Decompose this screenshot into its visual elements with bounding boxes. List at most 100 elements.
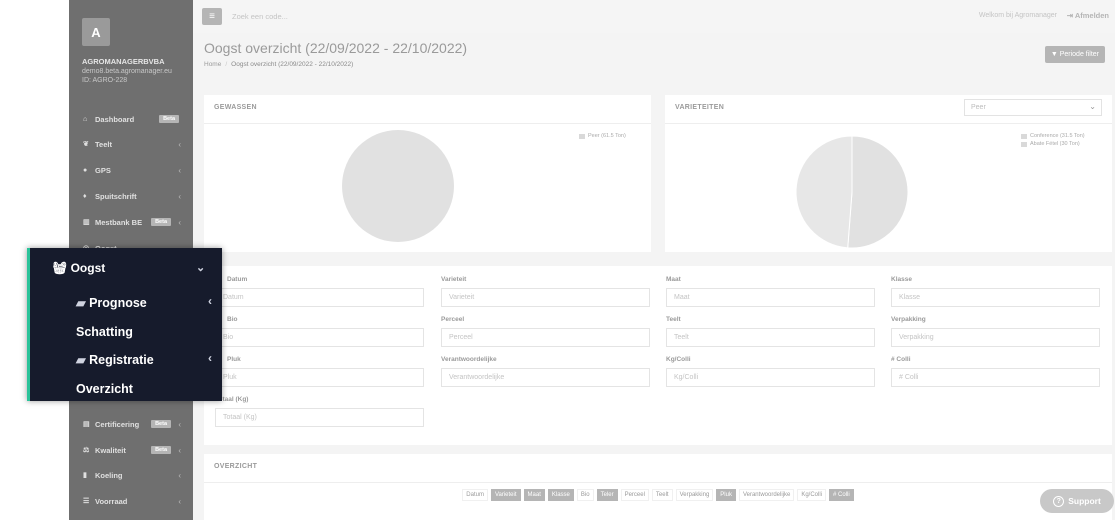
column-toggle[interactable]: Kg/Colli: [797, 489, 827, 501]
column-toggle[interactable]: Maat: [523, 489, 545, 501]
column-toggle[interactable]: Bio: [576, 489, 594, 501]
filter-label-pluk: Pluk: [227, 356, 241, 363]
support-label: Support: [1068, 496, 1101, 506]
folder-open-icon: ▰: [76, 296, 90, 310]
filter-label-verantwoordelijke: Verantwoordelijke: [441, 356, 497, 363]
question-icon: ?: [1053, 495, 1065, 507]
column-toggle[interactable]: Pluk: [716, 489, 736, 501]
filters-card: Datum Datum Varieteit Varieteit Maat Maa…: [204, 266, 1112, 445]
submenu-label: Registratie: [89, 353, 154, 367]
basket-icon: 🧺︎: [52, 261, 71, 275]
column-toggle[interactable]: Verpakking: [675, 489, 714, 501]
oogst-submenu-flyout: 🧺︎ Oogst ⌄ ▰ Prognose ‹ Schatting ▰ Regi…: [27, 248, 222, 401]
pie-slice-peer[interactable]: [342, 130, 454, 242]
pie-slice-conference[interactable]: [847, 135, 909, 249]
sidebar-item-label: Mestbank BE: [95, 217, 143, 227]
chevron-left-icon: ‹: [178, 165, 181, 175]
varieteiten-pie-chart: [795, 135, 909, 249]
filter-verantwoordelijke-input[interactable]: Verantwoordelijke: [441, 368, 650, 387]
sidebar-item-spuitschrift[interactable]: ♦ Spuitschrift ‹: [69, 184, 193, 208]
chevron-left-icon: ‹: [208, 294, 212, 308]
pie-slice-abate-f-tel[interactable]: [795, 135, 853, 249]
submenu-label: Oogst: [70, 261, 106, 275]
sidebar-item-label: Certificering: [95, 419, 140, 429]
legend-item[interactable]: Conference (31.5 Ton): [1021, 133, 1085, 139]
column-toggle[interactable]: Teler: [596, 489, 618, 501]
submenu-registratie[interactable]: ▰ Registratie: [76, 352, 154, 367]
filter-perceel-input[interactable]: Perceel: [441, 328, 650, 347]
sidebar-item-koeling[interactable]: ▮ Koeling ‹: [69, 463, 193, 487]
sidebar-item-dashboard[interactable]: ⌂ Dashboard Beta: [69, 107, 193, 131]
sidebar-item-teelt[interactable]: ❦ Teelt ‹: [69, 132, 193, 156]
submenu-oogst[interactable]: 🧺︎ Oogst: [52, 261, 105, 275]
sidebar-item-mestbank[interactable]: ▥ Mestbank BE Beta ‹: [69, 210, 193, 234]
sidebar-item-voorraad[interactable]: ☰ Voorraad ‹: [69, 489, 193, 513]
breadcrumb-current: Oogst overzicht (22/09/2022 - 22/10/2022…: [231, 61, 354, 68]
column-toggles: Datum Varieteit Maat Klasse Bio Teler Perceel T…: [204, 489, 1112, 501]
legend-label: Peer (61.5 Ton): [588, 133, 626, 139]
sidebar-item-label: Koeling: [95, 470, 123, 480]
filter-klasse-input[interactable]: Klasse: [891, 288, 1100, 307]
submenu-overzicht[interactable]: Overzicht: [76, 382, 133, 396]
company-name: AGROMANAGERBVBA: [82, 57, 165, 66]
filter-datum-input[interactable]: Datum: [215, 288, 424, 307]
filter-icon: ▼: [1050, 51, 1060, 58]
filter-totaal-input[interactable]: Totaal (Kg): [215, 408, 424, 427]
filter-maat-input[interactable]: Maat: [666, 288, 875, 307]
leaf-icon: ❦: [83, 141, 89, 148]
select-value: Peer: [971, 104, 986, 111]
gewassen-card: GEWASSEN Peer (61.5 Ton): [204, 95, 651, 252]
submenu-prognose[interactable]: ▰ Prognose: [76, 295, 147, 310]
support-button[interactable]: ? Support: [1040, 489, 1114, 513]
legend-label: Conference (31.5 Ton): [1030, 133, 1085, 139]
company-email: demo8.beta.agromanager.eu: [82, 68, 172, 75]
variety-crop-select[interactable]: Peer ⌄: [964, 99, 1102, 116]
column-toggle[interactable]: # Colli: [829, 489, 854, 501]
submenu-schatting[interactable]: Schatting: [76, 325, 133, 339]
filter-varieteit-input[interactable]: Varieteit: [441, 288, 650, 307]
filter-verpakking-input[interactable]: Verpakking: [891, 328, 1100, 347]
legend-swatch: [579, 133, 585, 139]
chevron-left-icon: ‹: [178, 191, 181, 201]
submenu-label: Prognose: [89, 296, 147, 310]
logout-link[interactable]: ⇥ Afmelden: [1067, 11, 1109, 20]
beta-badge: Beta: [151, 218, 171, 226]
filter-pluk-input[interactable]: Pluk: [215, 368, 424, 387]
sidebar-item-label: GPS: [95, 165, 111, 175]
bank-icon: ▥: [83, 219, 90, 226]
column-toggle[interactable]: Varieteit: [490, 489, 521, 501]
breadcrumb: Home / Oogst overzicht (22/09/2022 - 22/10…: [204, 61, 354, 68]
period-filter-button[interactable]: ▼ Periode filter: [1044, 46, 1105, 63]
column-toggle[interactable]: Teelt: [651, 489, 673, 501]
filter-label-kg-colli: Kg/Colli: [666, 356, 691, 363]
gewassen-legend: Peer (61.5 Ton): [579, 133, 626, 141]
column-toggle[interactable]: Perceel: [620, 489, 649, 501]
filter-kg-colli-input[interactable]: Kg/Colli: [666, 368, 875, 387]
legend-swatch: [1021, 141, 1027, 147]
welcome-text: Welkom bij Agromanager: [978, 12, 1057, 19]
sidebar-item-kwaliteit[interactable]: ⚖ Kwaliteit Beta ‹: [69, 438, 193, 462]
breadcrumb-home[interactable]: Home: [204, 61, 221, 68]
sidebar-item-certificering[interactable]: ▤ Certificering Beta ‹: [69, 412, 193, 436]
filter-colli-input[interactable]: # Colli: [891, 368, 1100, 387]
column-toggle[interactable]: Datum: [462, 489, 488, 501]
beta-badge: Beta: [159, 115, 179, 123]
chevron-down-icon: ⌄: [1089, 102, 1096, 111]
filter-label-varieteit: Varieteit: [441, 276, 467, 283]
list-icon: ☰: [83, 498, 90, 505]
menu-toggle-button[interactable]: ≡: [202, 8, 222, 25]
chevron-left-icon: ‹: [208, 351, 212, 365]
filter-bio-input[interactable]: Bio: [215, 328, 424, 347]
column-toggle[interactable]: Klasse: [547, 489, 574, 501]
filter-teelt-input[interactable]: Teelt: [666, 328, 875, 347]
map-marker-icon: ●: [83, 166, 88, 174]
search-input[interactable]: Zoek een code...: [232, 12, 288, 21]
column-toggle[interactable]: Verantwoordelijke: [738, 489, 795, 501]
legend-item[interactable]: Abate Fétel (30 Ton): [1021, 141, 1085, 147]
avatar[interactable]: A: [82, 18, 110, 46]
legend-item[interactable]: Peer (61.5 Ton): [579, 133, 626, 139]
sidebar-item-gps[interactable]: ● GPS ‹: [69, 158, 193, 182]
gewassen-title: GEWASSEN: [214, 104, 257, 111]
chevron-left-icon: ‹: [178, 496, 181, 506]
chevron-left-icon: ‹: [178, 470, 181, 480]
